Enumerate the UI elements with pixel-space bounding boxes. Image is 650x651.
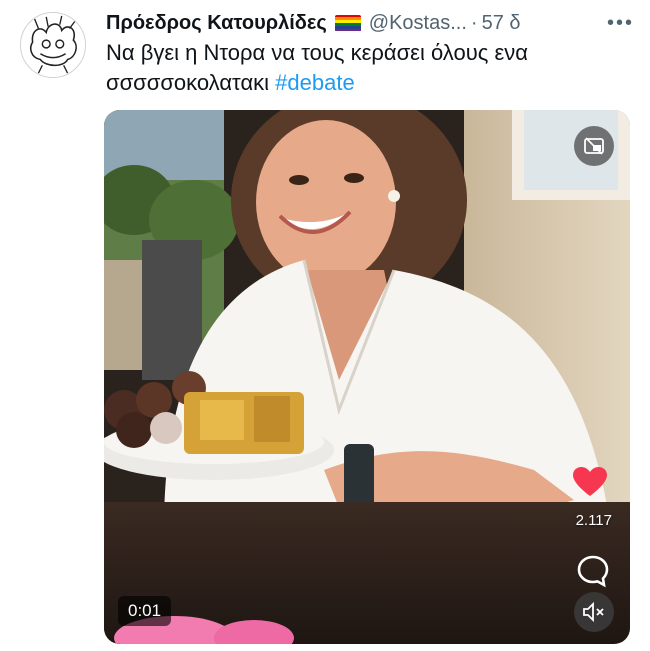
comment-icon[interactable]: [576, 554, 610, 588]
picture-in-picture-icon[interactable]: [574, 126, 614, 166]
video-timestamp: 0:01: [118, 596, 172, 626]
avatar-cartoon-icon: [21, 13, 85, 77]
avatar[interactable]: [20, 12, 86, 78]
author-handle[interactable]: @Kostas...: [369, 10, 467, 36]
tweet-time[interactable]: 57 δ: [482, 10, 521, 36]
tweet-text: Να βγει η Ντορα να τους κεράσει όλους εν…: [106, 38, 626, 98]
heart-icon[interactable]: [572, 466, 608, 498]
more-options-icon[interactable]: •••: [607, 13, 634, 33]
rainbow-flag-icon: [334, 14, 361, 32]
video-player[interactable]: 2.117 0:01: [104, 110, 630, 644]
author-name[interactable]: Πρόεδρος Κατουρλίδες: [106, 10, 327, 36]
video-frame: [104, 110, 630, 644]
like-count: 2.117: [575, 512, 612, 529]
separator-dot: ·: [470, 12, 478, 34]
tweet-header: Πρόεδρος Κατουρλίδες @Kostas... · 57 δ •…: [106, 10, 634, 36]
hashtag-link[interactable]: #debate: [275, 70, 355, 95]
mute-icon[interactable]: [574, 592, 614, 632]
